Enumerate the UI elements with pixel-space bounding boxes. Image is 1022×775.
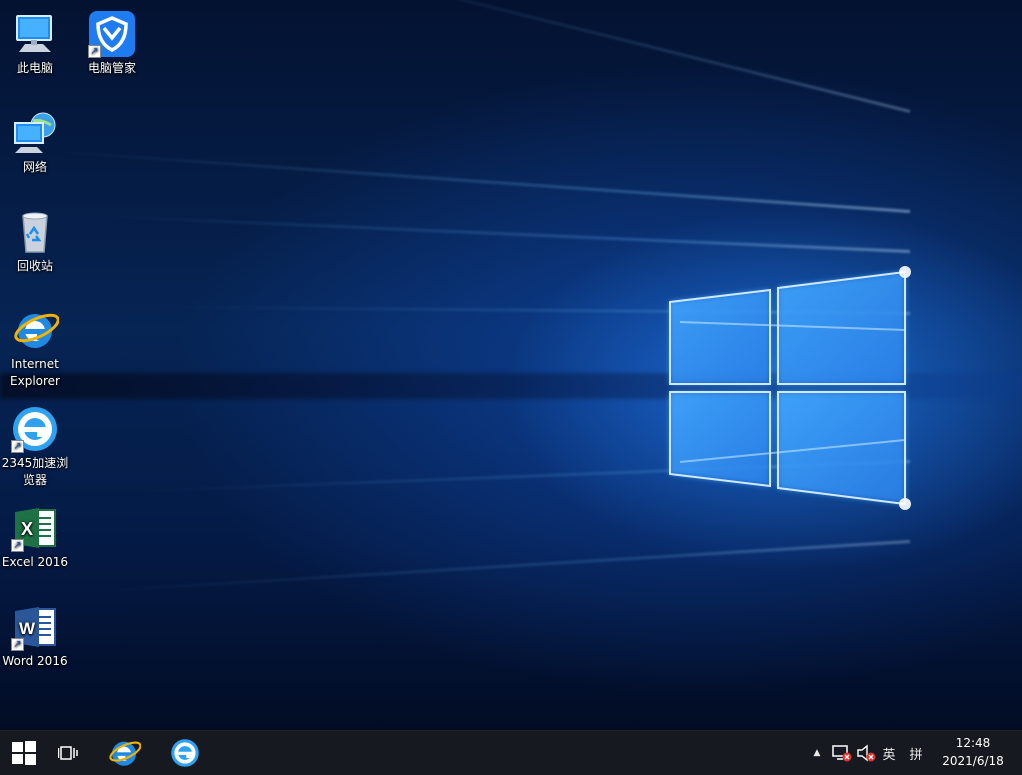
network-icon bbox=[11, 109, 59, 157]
network-status-button[interactable] bbox=[830, 731, 854, 775]
desktop-icon-excel[interactable]: X ↗ Excel 2016 bbox=[0, 504, 70, 571]
start-button[interactable] bbox=[0, 731, 48, 775]
ime-mode-label: 拼 bbox=[909, 747, 923, 763]
2345-browser-icon bbox=[171, 739, 199, 767]
windows-logo-wallpaper bbox=[669, 266, 911, 510]
taskbar-internet-explorer[interactable] bbox=[100, 731, 148, 775]
volume-button[interactable] bbox=[854, 731, 878, 775]
windows-start-icon bbox=[12, 741, 36, 765]
internet-explorer-icon bbox=[109, 741, 141, 766]
shortcut-arrow-icon: ↗ bbox=[11, 638, 24, 651]
clock-time: 12:48 bbox=[955, 736, 991, 750]
icon-label: Excel 2016 bbox=[1, 555, 69, 569]
icon-label-line-1: Internet bbox=[11, 357, 59, 371]
task-view-icon bbox=[58, 746, 78, 760]
ime-mode-button[interactable]: 拼 bbox=[904, 731, 928, 775]
icon-label: Word 2016 bbox=[2, 654, 68, 668]
desktop-icon-internet-explorer[interactable]: Internet Explorer bbox=[0, 306, 70, 390]
task-view-button[interactable] bbox=[44, 731, 92, 775]
shortcut-arrow-icon: ↗ bbox=[11, 539, 24, 552]
icon-label: 网络 bbox=[22, 160, 47, 174]
clock-button[interactable]: 12:48 2021/6/18 bbox=[930, 731, 1016, 775]
desktop-icon-word[interactable]: W ↗ Word 2016 bbox=[0, 603, 70, 670]
desktop-icon-2345-browser[interactable]: ↗ 2345加速浏 览器 bbox=[0, 405, 70, 489]
taskbar-2345-browser[interactable] bbox=[161, 731, 209, 775]
desktop-icon-this-pc[interactable]: 此电脑 bbox=[0, 10, 70, 77]
input-language-button[interactable]: 英 bbox=[878, 731, 900, 775]
recycle-bin-icon bbox=[11, 208, 59, 256]
desktop-icon-recycle-bin[interactable]: 回收站 bbox=[0, 208, 70, 275]
this-pc-icon bbox=[11, 10, 59, 58]
internet-explorer-icon bbox=[11, 306, 60, 354]
icon-label: 电脑管家 bbox=[87, 61, 136, 75]
network-disconnected-icon bbox=[832, 745, 852, 762]
show-hidden-icons-button[interactable]: ▲ bbox=[808, 731, 826, 775]
icon-label: 此电脑 bbox=[16, 61, 53, 75]
clock-date: 2021/6/18 bbox=[942, 754, 1004, 768]
svg-text:X: X bbox=[21, 519, 33, 539]
icon-label-line-2: Explorer bbox=[10, 374, 60, 388]
desktop-icon-network[interactable]: 网络 bbox=[0, 109, 70, 176]
taskbar: ▲ 英 拼 12:48 2021/6/18 bbox=[0, 730, 1022, 775]
svg-text:W: W bbox=[19, 619, 36, 638]
pc-manager-icon: ↗ bbox=[88, 10, 136, 58]
icon-label: 回收站 bbox=[16, 259, 53, 273]
2345-browser-icon: ↗ bbox=[11, 405, 59, 453]
desktop-wallpaper[interactable]: 此电脑 ↗ 电脑管家 网络 回收站 Internet Explorer ↗ 23… bbox=[0, 0, 1022, 730]
shortcut-arrow-icon: ↗ bbox=[11, 440, 24, 453]
desktop-icon-pc-manager[interactable]: ↗ 电脑管家 bbox=[77, 10, 147, 77]
chevron-up-icon: ▲ bbox=[813, 748, 821, 758]
shortcut-arrow-icon: ↗ bbox=[88, 45, 101, 58]
word-icon: W ↗ bbox=[11, 603, 59, 651]
icon-label-line-1: 2345加速浏 bbox=[1, 456, 69, 470]
volume-muted-icon bbox=[857, 744, 876, 762]
input-language-label: 英 bbox=[882, 747, 896, 763]
icon-label-line-2: 览器 bbox=[22, 473, 47, 487]
excel-icon: X ↗ bbox=[11, 504, 59, 552]
